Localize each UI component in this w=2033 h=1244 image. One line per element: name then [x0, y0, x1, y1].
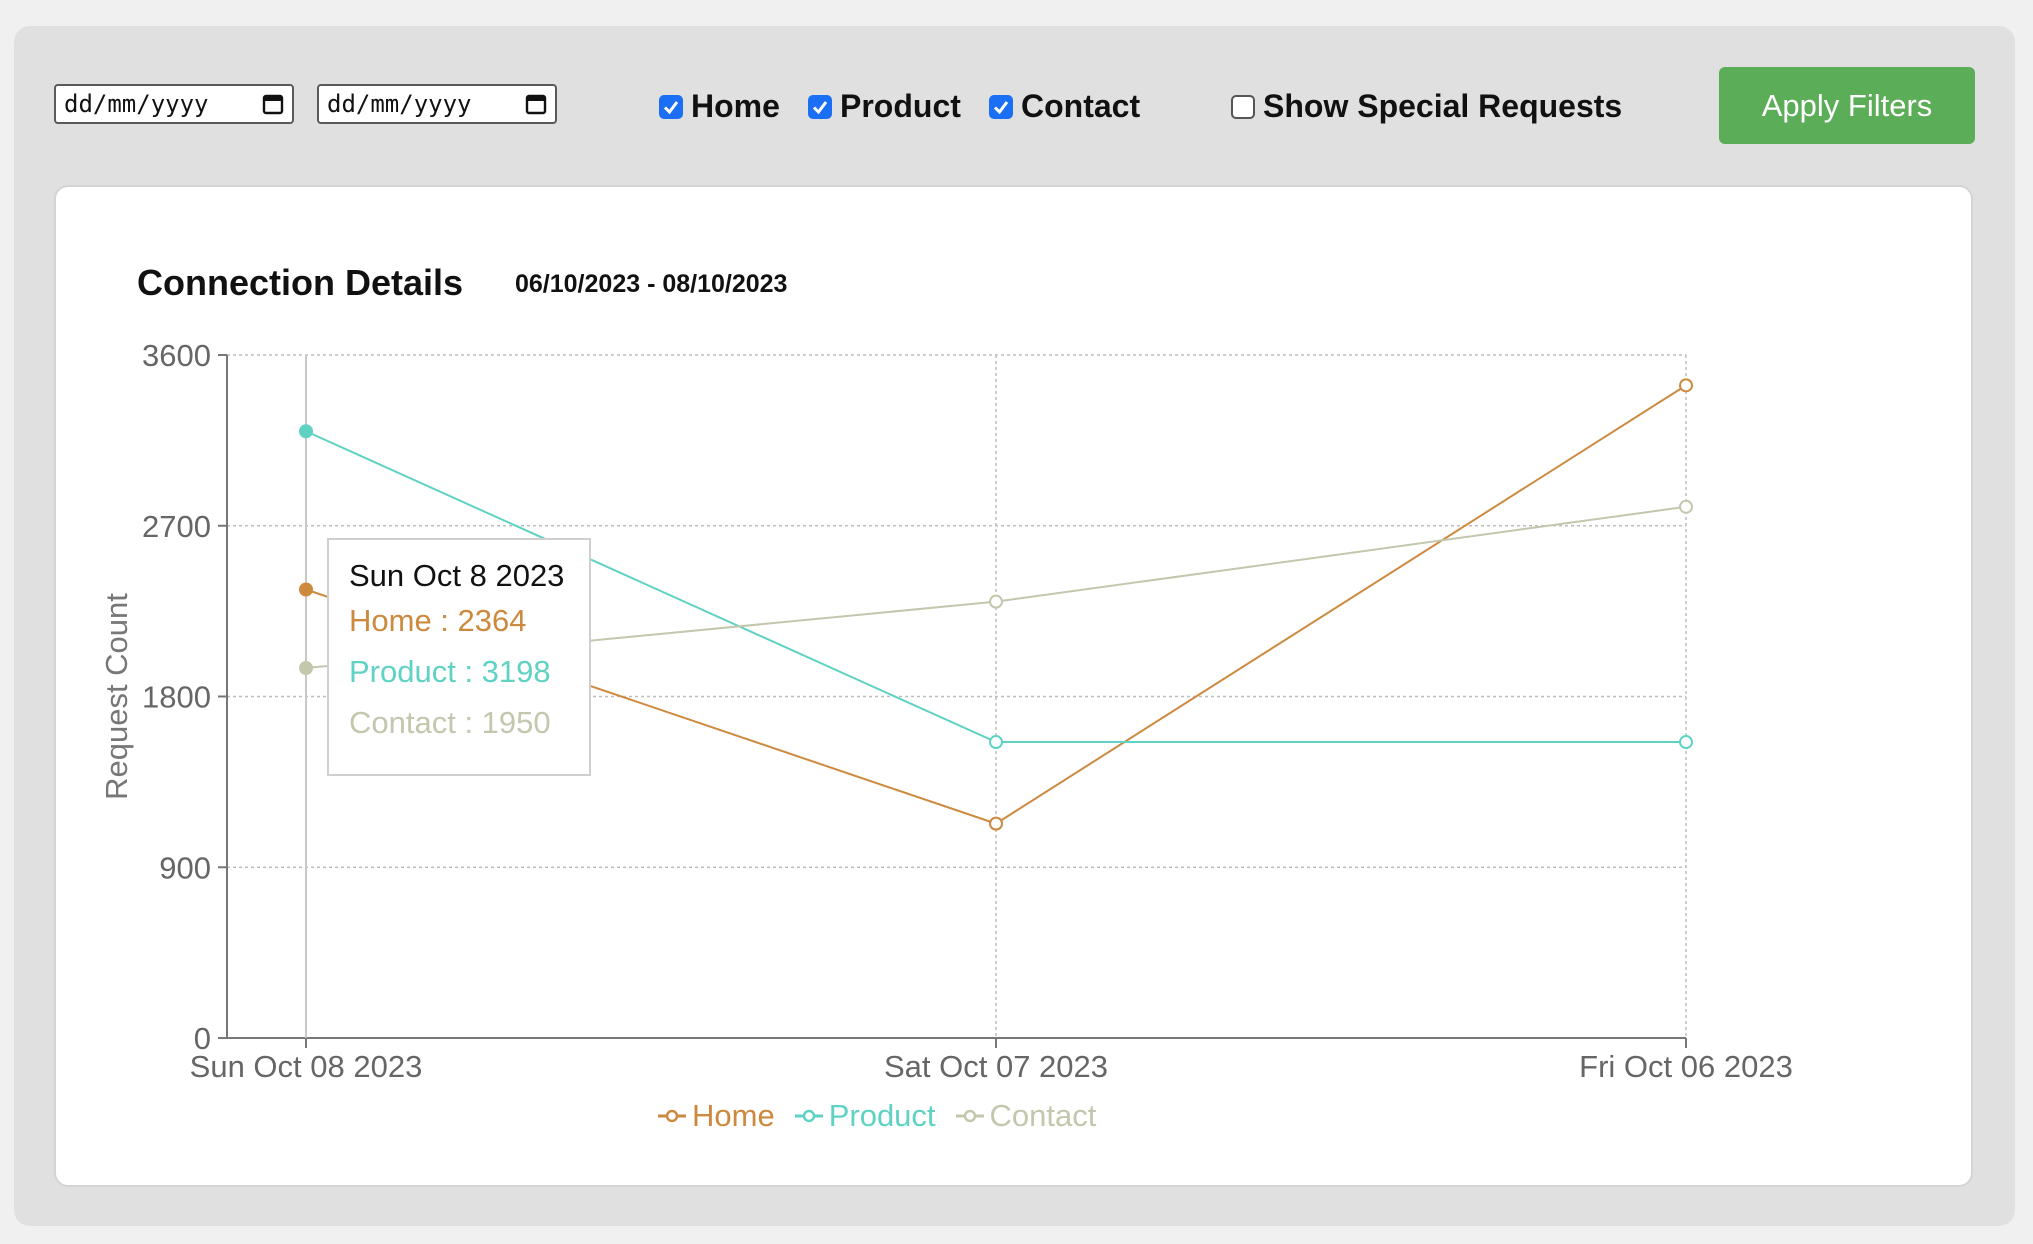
data-point: [989, 594, 1003, 609]
chart-legend: Home Product Contact: [658, 1098, 1116, 1134]
data-point: [1679, 499, 1693, 514]
y-tick-label: 3600: [142, 338, 211, 373]
y-tick-label: 900: [159, 850, 211, 885]
tooltip-product: Product : 3198: [349, 654, 551, 689]
data-point: [1679, 378, 1693, 393]
y-tick-label: 2700: [142, 509, 211, 544]
x-tick-label: Sun Oct 08 2023: [190, 1049, 423, 1084]
legend-item-product[interactable]: Product: [794, 1098, 936, 1134]
line-chart: 0900180027003600Sun Oct 08 2023 Sat Oct 0…: [99, 338, 1793, 1084]
legend-label-product: Product: [828, 1098, 936, 1133]
data-point: [1679, 735, 1693, 750]
x-tick-label: Sat Oct 07 2023: [884, 1049, 1108, 1084]
y-axis-label: Request Count: [99, 593, 134, 800]
legend-marker-icon: [658, 1109, 686, 1123]
tooltip-date: Sun Oct 8 2023: [349, 558, 565, 593]
tooltip-contact: Contact : 1950: [349, 705, 551, 740]
legend-item-contact[interactable]: Contact: [955, 1098, 1097, 1134]
data-point: [989, 735, 1003, 750]
x-tick-label: Fri Oct 06 2023: [1579, 1049, 1793, 1084]
data-point-active: [299, 661, 313, 676]
chart-tooltip: Sun Oct 8 2023 Home : 2364 Product : 319…: [327, 538, 591, 776]
tooltip-home: Home : 2364: [349, 603, 527, 638]
legend-marker-icon: [955, 1109, 984, 1123]
y-tick-label: 1800: [142, 680, 211, 715]
legend-label-contact: Contact: [989, 1098, 1097, 1133]
data-point: [989, 816, 1003, 831]
legend-item-home[interactable]: Home: [658, 1098, 775, 1134]
legend-label-home: Home: [692, 1098, 775, 1133]
data-point-active: [299, 424, 313, 439]
legend-marker-icon: [794, 1109, 823, 1123]
data-point-active: [299, 582, 313, 597]
